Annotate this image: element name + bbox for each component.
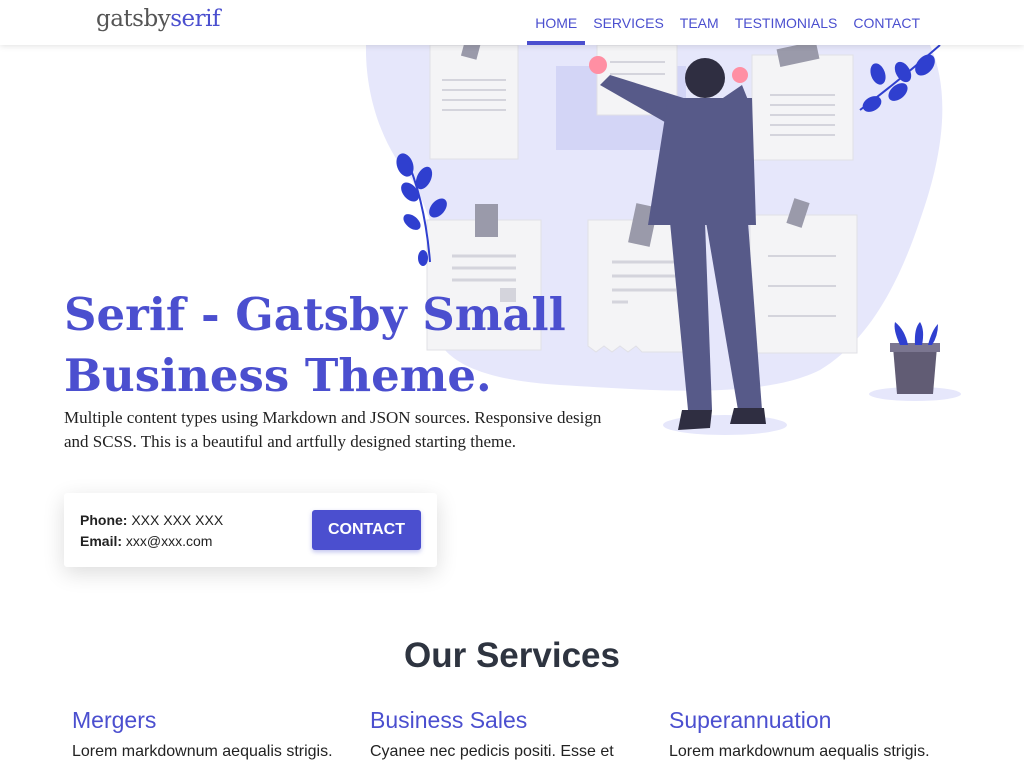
nav-team[interactable]: TEAM	[672, 0, 727, 45]
service-text: Lorem markdownum aequalis strigis.	[669, 743, 930, 760]
note-top-right	[751, 41, 854, 161]
nav-testimonials[interactable]: TESTIMONIALS	[727, 0, 846, 45]
service-card-mergers: Mergers Lorem markdownum aequalis strigi…	[72, 706, 352, 764]
hero-description: Multiple content types using Markdown an…	[64, 408, 602, 451]
phone-label: Phone:	[80, 512, 128, 528]
note-bottom-right	[749, 198, 858, 354]
service-name[interactable]: Mergers	[72, 706, 352, 734]
logo-text-gatsby: gatsby	[96, 6, 171, 32]
contact-button[interactable]: CONTACT	[312, 510, 421, 550]
nav-home[interactable]: HOME	[527, 0, 586, 45]
contact-card: Phone: XXX XXX XXX Email: xxx@xxx.com CO…	[64, 493, 437, 567]
site-header: gatsbyserif HOME SERVICES TEAM TESTIMONI…	[0, 0, 1024, 45]
main-nav: HOME SERVICES TEAM TESTIMONIALS CONTACT	[527, 0, 928, 45]
phone-line: Phone: XXX XXX XXX	[80, 512, 223, 528]
site-logo[interactable]: gatsbyserif	[96, 6, 220, 32]
nav-services[interactable]: SERVICES	[585, 0, 672, 45]
email-value[interactable]: xxx@xxx.com	[126, 533, 213, 549]
phone-value: XXX XXX XXX	[131, 512, 224, 528]
service-text: Lorem markdownum aequalis strigis.	[72, 743, 333, 760]
service-card-business-sales: Business Sales Cyanee nec pedicis positi…	[370, 706, 650, 764]
note-top-left	[429, 38, 519, 160]
email-line: Email: xxx@xxx.com	[80, 533, 212, 549]
service-card-superannuation: Superannuation Lorem markdownum aequalis…	[669, 706, 949, 764]
plant-pot	[869, 322, 961, 401]
logo-text-serif: serif	[170, 6, 220, 32]
email-label: Email:	[80, 533, 123, 549]
services-title: Our Services	[404, 636, 620, 675]
nav-contact[interactable]: CONTACT	[845, 0, 928, 45]
hero-title: Serif - Gatsby Small Business Theme.	[64, 288, 566, 402]
service-name[interactable]: Business Sales	[370, 706, 650, 734]
service-name[interactable]: Superannuation	[669, 706, 949, 734]
service-text: Cyanee nec pedicis positi. Esse et	[370, 743, 614, 760]
